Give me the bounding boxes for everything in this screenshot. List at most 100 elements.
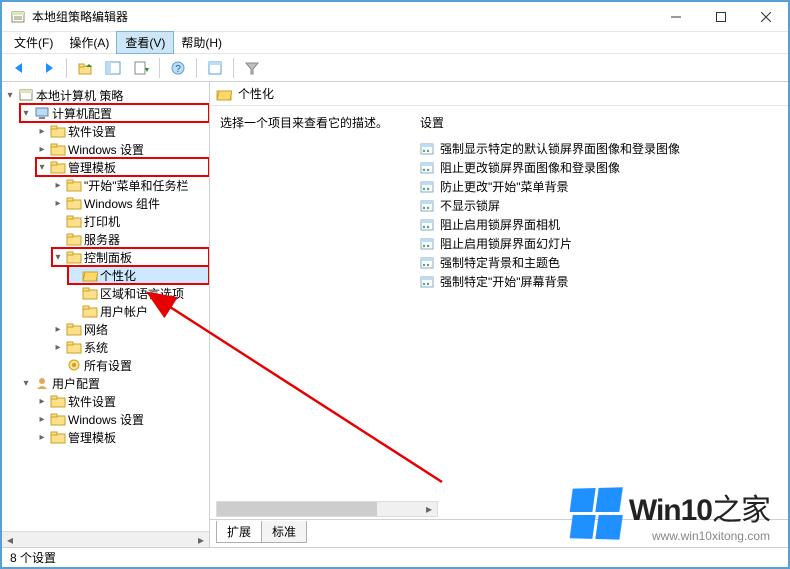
- setting-label: 阻止启用锁屏界面幻灯片: [440, 235, 572, 252]
- tab-extended[interactable]: 扩展: [216, 521, 262, 543]
- scroll-right-icon[interactable]: ▸: [421, 502, 437, 516]
- chevron-right-icon[interactable]: ▸: [36, 396, 48, 407]
- folder-icon: [82, 303, 98, 319]
- tree-all-settings[interactable]: ▸所有设置: [52, 356, 209, 374]
- chevron-right-icon[interactable]: ▸: [52, 342, 64, 353]
- chevron-down-icon[interactable]: ▾: [20, 378, 32, 389]
- up-level-button[interactable]: [73, 57, 97, 79]
- tree-u-admin-templates[interactable]: ▸ 管理模板: [36, 428, 209, 446]
- forward-button[interactable]: [36, 57, 60, 79]
- chevron-right-icon[interactable]: ▸: [52, 324, 64, 335]
- user-icon: [34, 375, 50, 391]
- tree-label: 管理模板: [68, 159, 116, 176]
- tree-label: 本地计算机 策略: [36, 87, 123, 104]
- setting-label: 强制显示特定的默认锁屏界面图像和登录图像: [440, 140, 680, 157]
- status-text: 8 个设置: [10, 549, 56, 566]
- toolbar-separator: [66, 58, 67, 78]
- tree-system[interactable]: ▸ 系统: [52, 338, 209, 356]
- toolbar-separator: [159, 58, 160, 78]
- tree-windows-settings[interactable]: ▸Windows 设置: [36, 140, 209, 158]
- setting-item[interactable]: 防止更改"开始"菜单背景: [420, 177, 778, 196]
- main-split: ▾ 本地计算机 策略 ▾ 计算机配置 ▸软件设置 ▸Windows 设置: [2, 82, 788, 547]
- chevron-right-icon[interactable]: ▸: [36, 126, 48, 137]
- back-button[interactable]: [8, 57, 32, 79]
- setting-label: 阻止更改锁屏界面图像和登录图像: [440, 159, 620, 176]
- scroll-left-icon[interactable]: ◂: [2, 532, 18, 547]
- settings-list: 强制显示特定的默认锁屏界面图像和登录图像阻止更改锁屏界面图像和登录图像防止更改"…: [420, 139, 778, 291]
- content-header: 个性化: [210, 82, 788, 106]
- tree-user-config[interactable]: ▾用户配置: [20, 374, 209, 392]
- setting-item[interactable]: 强制特定"开始"屏幕背景: [420, 272, 778, 291]
- description-text: 选择一个项目来查看它的描述。: [220, 114, 420, 131]
- toolbar: ?: [2, 54, 788, 82]
- menu-file[interactable]: 文件(F): [6, 32, 61, 53]
- chevron-down-icon[interactable]: ▾: [20, 108, 32, 119]
- tree-network[interactable]: ▸ 网络: [52, 320, 209, 338]
- tree-label: 个性化: [100, 267, 136, 284]
- tree-label: 系统: [84, 339, 108, 356]
- chevron-down-icon[interactable]: ▾: [36, 162, 48, 173]
- close-button[interactable]: [743, 2, 788, 31]
- policy-tree[interactable]: ▾ 本地计算机 策略 ▾ 计算机配置 ▸软件设置 ▸Windows 设置: [4, 86, 209, 446]
- help-button[interactable]: ?: [166, 57, 190, 79]
- policy-icon: [18, 87, 34, 103]
- minimize-button[interactable]: [653, 2, 698, 31]
- setting-item[interactable]: 阻止启用锁屏界面相机: [420, 215, 778, 234]
- menu-action[interactable]: 操作(A): [61, 32, 117, 53]
- chevron-right-icon[interactable]: ▸: [36, 144, 48, 155]
- tree-control-panel[interactable]: ▾控制面板: [52, 248, 209, 266]
- tree-personalization[interactable]: ▸个性化: [68, 266, 209, 284]
- properties-button[interactable]: [203, 57, 227, 79]
- maximize-button[interactable]: [698, 2, 743, 31]
- tree-label: 用户帐户: [100, 303, 148, 320]
- scroll-right-icon[interactable]: ▸: [193, 532, 209, 547]
- tree-windows-components[interactable]: ▸Windows 组件: [52, 194, 209, 212]
- chevron-right-icon[interactable]: ▸: [36, 432, 48, 443]
- chevron-down-icon[interactable]: ▾: [52, 252, 64, 263]
- setting-item[interactable]: 强制显示特定的默认锁屏界面图像和登录图像: [420, 139, 778, 158]
- folder-icon: [50, 411, 66, 427]
- export-list-button[interactable]: [129, 57, 153, 79]
- policy-setting-icon: [420, 237, 434, 251]
- tree-label: 网络: [84, 321, 108, 338]
- scroll-thumb[interactable]: [217, 502, 377, 516]
- filter-button[interactable]: [240, 57, 264, 79]
- policy-setting-icon: [420, 161, 434, 175]
- menu-help[interactable]: 帮助(H): [173, 32, 230, 53]
- tree-pane: ▾ 本地计算机 策略 ▾ 计算机配置 ▸软件设置 ▸Windows 设置: [2, 82, 210, 547]
- tree-region-language[interactable]: ▸区域和语言选项: [68, 284, 209, 302]
- tree-admin-templates[interactable]: ▾ 管理模板: [36, 158, 209, 176]
- folder-icon: [66, 321, 82, 337]
- tree-hscrollbar[interactable]: ◂ ▸: [2, 531, 209, 547]
- content-hscrollbar[interactable]: ◂ ▸: [216, 501, 438, 517]
- tree-root[interactable]: ▾ 本地计算机 策略: [4, 86, 209, 104]
- tab-standard[interactable]: 标准: [261, 521, 307, 543]
- chevron-right-icon[interactable]: ▸: [52, 180, 64, 191]
- tree-printers[interactable]: ▸打印机: [52, 212, 209, 230]
- tree-label: 管理模板: [68, 429, 116, 446]
- folder-icon: [50, 393, 66, 409]
- setting-label: 不显示锁屏: [440, 197, 500, 214]
- chevron-down-icon[interactable]: ▾: [4, 90, 16, 101]
- tree-label: 计算机配置: [52, 105, 112, 122]
- tree-u-software-settings[interactable]: ▸软件设置: [36, 392, 209, 410]
- tree-user-accounts[interactable]: ▸用户帐户: [68, 302, 209, 320]
- tree-software-settings[interactable]: ▸软件设置: [36, 122, 209, 140]
- settings-header[interactable]: 设置: [420, 114, 778, 131]
- chevron-right-icon[interactable]: ▸: [36, 414, 48, 425]
- setting-label: 阻止启用锁屏界面相机: [440, 216, 560, 233]
- chevron-right-icon[interactable]: ▸: [52, 198, 64, 209]
- show-hide-tree-button[interactable]: [101, 57, 125, 79]
- setting-item[interactable]: 强制特定背景和主题色: [420, 253, 778, 272]
- setting-item[interactable]: 阻止更改锁屏界面图像和登录图像: [420, 158, 778, 177]
- menu-view[interactable]: 查看(V): [117, 32, 173, 53]
- folder-icon: [50, 123, 66, 139]
- setting-item[interactable]: 阻止启用锁屏界面幻灯片: [420, 234, 778, 253]
- titlebar: 本地组策略编辑器: [2, 2, 788, 32]
- tree-computer-config[interactable]: ▾ 计算机配置: [20, 104, 209, 122]
- setting-item[interactable]: 不显示锁屏: [420, 196, 778, 215]
- tree-start-menu[interactable]: ▸"开始"菜单和任务栏: [52, 176, 209, 194]
- policy-setting-icon: [420, 256, 434, 270]
- tree-u-windows-settings[interactable]: ▸Windows 设置: [36, 410, 209, 428]
- tree-server[interactable]: ▸服务器: [52, 230, 209, 248]
